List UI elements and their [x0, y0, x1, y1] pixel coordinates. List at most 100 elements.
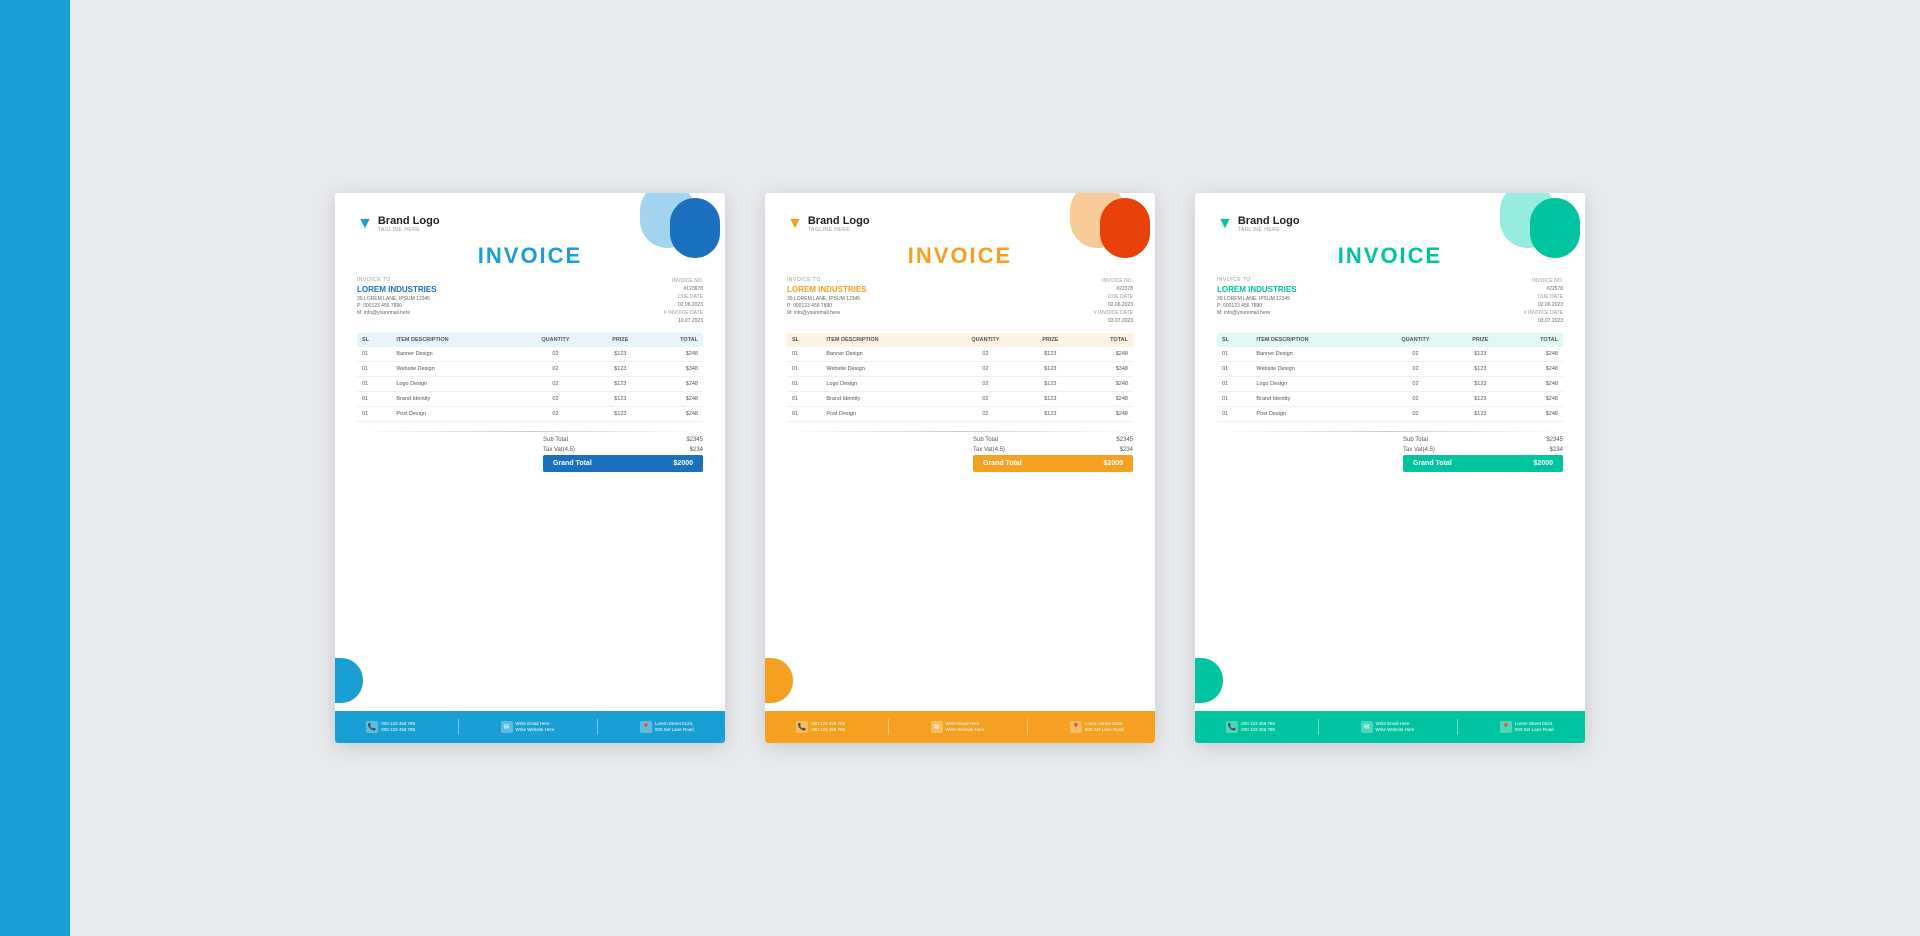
totals-section: Sub Total $2345 Tax Vat(4.5) $234 Grand … [357, 435, 703, 472]
grand-total-button: Grand Total $2000 [543, 455, 703, 472]
sl: 01 [787, 392, 821, 407]
grand-total-label: Grand Total [1413, 460, 1452, 467]
qty: 02 [1377, 377, 1454, 392]
invoice-container: ▼ Brand Logo TAGLINE HERE INVOICE INVOIC… [335, 193, 1585, 743]
subtotal-row: Sub Total $2345 [543, 435, 703, 445]
bottom-section: TERMS & CONDITIONS Lorem ipsum dolor sit… [787, 482, 1133, 743]
footer-phone-text: 000 123 456 789 000 123 456 789 [381, 721, 415, 733]
price: $123 [1454, 347, 1507, 362]
tax-value: $234 [1120, 447, 1133, 453]
location-icon: 📍 [1070, 721, 1082, 733]
sl: 01 [357, 377, 391, 392]
company-name: LOREM INDUSTRIES [357, 285, 664, 294]
invoice-table: SL ITEM DESCRIPTION QUANTITY PRIZE TOTAL… [787, 333, 1133, 422]
sl: 01 [1217, 407, 1251, 422]
totals-section: Sub Total $2345 Tax Vat(4.5) $234 Grand … [787, 435, 1133, 472]
phone-icon: 📞 [796, 721, 808, 733]
invoice-table: SL ITEM DESCRIPTION QUANTITY PRIZE TOTAL… [1217, 333, 1563, 422]
invoice-card-blue: ▼ Brand Logo TAGLINE HERE INVOICE INVOIC… [335, 193, 725, 743]
table-header-row: SL ITEM DESCRIPTION QUANTITY PRIZE TOTAL [357, 333, 703, 347]
tax-label: Tax Vat(4.5) [543, 447, 575, 453]
total: $248 [1077, 407, 1133, 422]
grand-total-button: Grand Total $2000 [1403, 455, 1563, 472]
table-row: 01 Logo Design 02 $123 $248 [787, 377, 1133, 392]
blob-front [1530, 198, 1580, 258]
bill-left: INVOICE TO LOREM INDUSTRIES 39 LOREM LAN… [357, 277, 664, 325]
item-desc: Brand Identity [1251, 392, 1377, 407]
col-description: ITEM DESCRIPTION [1251, 333, 1377, 347]
footer-divider [458, 719, 459, 735]
location-icon: 📍 [640, 721, 652, 733]
bill-right: INVOICE NO. #22578 DUE DATE 02.06.2023 #… [1524, 277, 1563, 325]
totals-section: Sub Total $2345 Tax Vat(4.5) $234 Grand … [1217, 435, 1563, 472]
grand-total-label: Grand Total [983, 460, 1022, 467]
subtotal-value: $2345 [1546, 437, 1563, 443]
qty: 02 [517, 377, 594, 392]
logo-icon: ▼ [787, 215, 803, 233]
logo-area: ▼ Brand Logo TAGLINE HERE [787, 215, 870, 233]
footer-divider-2 [597, 719, 598, 735]
col-price: PRIZE [594, 333, 647, 347]
tax-label: Tax Vat(4.5) [973, 447, 1005, 453]
col-quantity: QUANTITY [1377, 333, 1454, 347]
qty: 02 [517, 362, 594, 377]
due-date-value: 02.06.2023 [1094, 301, 1133, 309]
footer-email-text: Write Email Here Write Website Here [946, 721, 985, 733]
item-desc: Website Design [391, 362, 517, 377]
total: $248 [647, 377, 703, 392]
qty: 02 [1377, 362, 1454, 377]
table-row: 01 Banner Design 02 $123 $248 [357, 347, 703, 362]
invoice-no-value: #22578 [1524, 285, 1563, 293]
bill-right: INVOICE NO. #22378 DUE DATE 02.06.2023 #… [1094, 277, 1133, 325]
bg-accent-left [0, 0, 70, 936]
footer-phone-item: 📞 000 123 456 789 000 123 456 789 [366, 721, 415, 733]
due-date-value: 02.06.2023 [664, 301, 703, 309]
item-desc: Post Design [391, 407, 517, 422]
logo-text-area: Brand Logo TAGLINE HERE [378, 215, 440, 233]
table-row: 01 Website Design 02 $123 $348 [357, 362, 703, 377]
bill-to-label: INVOICE TO [357, 277, 664, 283]
table-row: 01 Logo Design 02 $123 $248 [357, 377, 703, 392]
table-row: 01 Banner Design 02 $123 $248 [787, 347, 1133, 362]
logo-text-area: Brand Logo TAGLINE HERE [808, 215, 870, 233]
qty: 02 [947, 392, 1024, 407]
invoice-no-value: #123678 [664, 285, 703, 293]
total: $248 [1507, 407, 1563, 422]
footer-phone-item: 📞 000 123 456 789 000 123 456 789 [1226, 721, 1275, 733]
price: $123 [1024, 377, 1077, 392]
footer-address-text: Lorem Street 0024, 000 Set Lane Road [1515, 721, 1554, 733]
price: $123 [594, 377, 647, 392]
item-desc: Banner Design [821, 347, 947, 362]
price: $123 [1454, 362, 1507, 377]
table-row: 01 Brand Identity 02 $123 $248 [357, 392, 703, 407]
footer-divider-2 [1027, 719, 1028, 735]
bill-mobile: M: info@youremail.here [1217, 310, 1524, 317]
item-desc: Logo Design [391, 377, 517, 392]
footer-address-item: 📍 Lorem Street 0124, 000 Set Lane Road [640, 721, 694, 733]
total: $248 [1507, 347, 1563, 362]
subtotal-label: Sub Total [973, 437, 998, 443]
sl: 01 [787, 377, 821, 392]
subtotal-label: Sub Total [1403, 437, 1428, 443]
brand-tagline: TAGLINE HERE [808, 227, 870, 233]
sl: 01 [357, 362, 391, 377]
bill-section: INVOICE TO LOREM INDUSTRIES 39 LOREM LAN… [357, 277, 703, 325]
invoice-date-value: 03.07.2023 [1094, 317, 1133, 325]
bottom-section: TERMS & CONDITIONS Lorem ipsum dolor sit… [357, 482, 703, 743]
blob-front [1100, 198, 1150, 258]
qty: 02 [1377, 407, 1454, 422]
footer-address-item: 📍 Lorem Street 0124, 000 Set Lane Road [1070, 721, 1124, 733]
table-row: 01 Post Design 02 $123 $248 [787, 407, 1133, 422]
footer-bar: 📞 000 123 456 789 000 123 456 789 ✉ Writ… [1195, 711, 1585, 743]
bill-address: 39 LOREM LANE, IPSUM 12345 [357, 296, 664, 303]
invoice-card-orange: ▼ Brand Logo TAGLINE HERE INVOICE INVOIC… [765, 193, 1155, 743]
email-icon: ✉ [931, 721, 943, 733]
logo-area: ▼ Brand Logo TAGLINE HERE [1217, 215, 1300, 233]
qty: 02 [517, 407, 594, 422]
price: $123 [1024, 347, 1077, 362]
bill-phone: P: 000123 456 7890 [357, 303, 664, 310]
table-row: 01 Post Design 02 $123 $248 [1217, 407, 1563, 422]
sl: 01 [1217, 362, 1251, 377]
logo-text-area: Brand Logo TAGLINE HERE [1238, 215, 1300, 233]
phone-icon: 📞 [1226, 721, 1238, 733]
